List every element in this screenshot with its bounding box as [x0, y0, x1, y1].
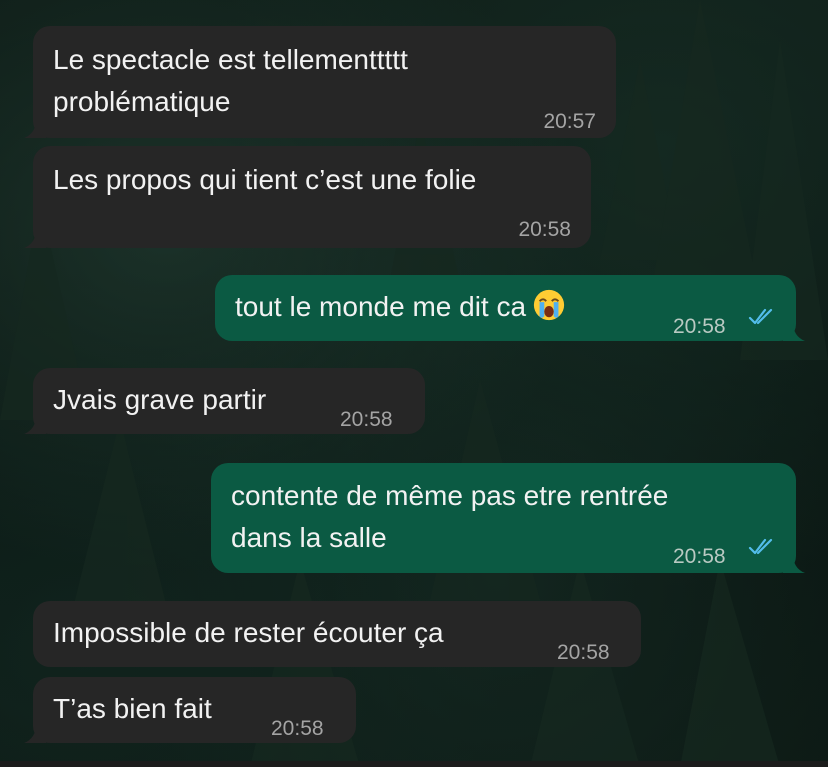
- message-text: Impossible de rester écouter ça: [53, 617, 444, 648]
- message-bubble-incoming[interactable]: Les propos qui tient c’est une folie 20:…: [24, 146, 591, 248]
- read-receipt-icon: [748, 538, 773, 555]
- message-text: contente de même pas etre rentrée: [231, 480, 669, 511]
- message-text: Les propos qui tient c’est une folie: [53, 164, 477, 195]
- message-time: 20:58: [673, 315, 726, 338]
- message-text: Jvais grave partir: [53, 384, 267, 415]
- message-text: Le spectacle est tellementtttt: [53, 44, 408, 75]
- message-time: 20:58: [340, 408, 393, 431]
- message-text: T’as bien fait: [53, 693, 212, 724]
- message-bubble-incoming[interactable]: Jvais grave partir 20:58: [24, 368, 425, 434]
- message-time: 20:57: [543, 110, 596, 133]
- bubble-tail: [783, 323, 805, 341]
- message-time: 20:58: [557, 641, 610, 664]
- loudly-crying-face-icon: [533, 289, 565, 321]
- message-text: tout le monde me dit ca: [235, 287, 566, 327]
- bubble-tail: [783, 555, 805, 573]
- message-bubble-incoming[interactable]: Le spectacle est tellementtttt problémat…: [24, 26, 616, 138]
- bubble-tail: [24, 230, 46, 248]
- message-text: problématique: [53, 86, 231, 117]
- read-receipt-icon: [748, 308, 773, 325]
- bubble-tail: [24, 725, 46, 743]
- message-bubble-outgoing[interactable]: contente de même pas etre rentrée dans l…: [211, 463, 805, 573]
- message-time: 20:58: [518, 218, 571, 241]
- message-time: 20:58: [271, 717, 324, 740]
- message-time: 20:58: [673, 545, 726, 568]
- bubble-tail: [24, 120, 46, 138]
- message-text-content: tout le monde me dit ca: [235, 291, 527, 322]
- bubble-tail: [24, 416, 46, 434]
- message-bubble-incoming[interactable]: Impossible de rester écouter ça 20:58: [33, 601, 641, 667]
- message-bubble-outgoing[interactable]: tout le monde me dit ca 20:58: [215, 275, 805, 341]
- bottom-edge: [0, 761, 828, 767]
- message-bubble-incoming[interactable]: T’as bien fait 20:58: [24, 677, 356, 743]
- message-text: dans la salle: [231, 522, 387, 553]
